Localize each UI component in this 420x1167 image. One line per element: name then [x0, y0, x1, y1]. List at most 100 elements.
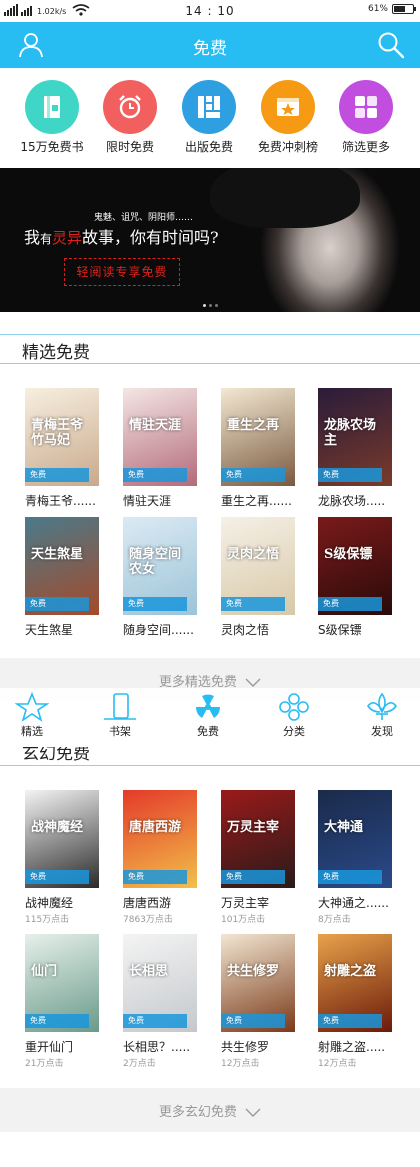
nav-label: 免费: [197, 725, 219, 738]
book-item[interactable]: 长相思 免费长相思？..... 2万点击: [123, 934, 197, 1069]
category-label: 限时免费: [105, 140, 154, 154]
book-title[interactable]: 龙脉农场.....: [318, 492, 392, 509]
search-icon[interactable]: [376, 30, 406, 60]
book-title[interactable]: 长相思？.....: [123, 1038, 197, 1055]
nav-tab-free[interactable]: 免费: [176, 692, 240, 739]
more-fantasy-label: 更多玄幻免费: [158, 1105, 237, 1120]
book-item[interactable]: 龙脉农场主 免费龙脉农场.....: [318, 388, 392, 509]
book-title[interactable]: 灵肉之悟: [221, 621, 295, 638]
cover-title: 仙门: [31, 964, 58, 979]
filter-icon: [355, 96, 377, 118]
category-free-sprint-rank[interactable]: 免费冲刺榜: [243, 80, 333, 155]
book-cover[interactable]: 射雕之盗 免费: [318, 934, 392, 1032]
star-outline-icon: [15, 692, 49, 722]
promo-banner[interactable]: 鬼魅、诅咒、阴阳师…… 我有灵异故事，你有时间吗? 轻阅读专享免费: [0, 168, 420, 312]
cover-title: 灵肉之悟: [227, 547, 280, 562]
banner-cta[interactable]: 轻阅读专享免费: [64, 258, 180, 286]
banner-headline: 我有灵异故事，你有时间吗?: [24, 224, 219, 248]
book-item[interactable]: 唐唐西游 免费 唐唐西游 7863万点击: [123, 790, 197, 925]
category-15w-free[interactable]: 15万免费书: [7, 80, 97, 155]
book-cover[interactable]: 大神通 免费: [318, 790, 392, 888]
book-title[interactable]: 随身空间......: [123, 621, 197, 638]
click-count: 8万点击: [318, 915, 351, 925]
free-badge: 免费: [221, 597, 285, 611]
book-cover[interactable]: 情驻天涯 免费: [123, 388, 197, 486]
book-item[interactable]: 共生修罗 免费 共生修罗 12万点击: [221, 934, 295, 1069]
book-cover[interactable]: 灵肉之悟 免费: [221, 517, 295, 615]
book-item[interactable]: 灵肉之悟 免费 灵肉之悟: [221, 517, 295, 638]
click-count: 2万点击: [123, 1059, 156, 1069]
book-item[interactable]: 情驻天涯 免费情驻天涯: [123, 388, 197, 509]
book-title[interactable]: 万灵主宰: [221, 894, 295, 911]
cover-title: 龙脉农场主: [324, 418, 377, 448]
book-title[interactable]: 重开仙门: [25, 1038, 99, 1055]
free-badge: 免费: [25, 597, 89, 611]
banner-portrait-hair: [210, 168, 360, 228]
book-item[interactable]: 仙门 免费 重开仙门 21万点击: [25, 934, 99, 1069]
book-item[interactable]: 射雕之盗 免费射雕之盗..... 12万点击: [318, 934, 392, 1069]
nav-tab-bookshelf[interactable]: 书架: [88, 692, 152, 739]
category-filter-more[interactable]: 筛选更多: [321, 80, 411, 155]
category-icon-bg: [182, 80, 236, 134]
book-cover[interactable]: 青梅王爷竹马妃 免费: [25, 388, 99, 486]
category-published-free[interactable]: 出版免费: [164, 80, 254, 155]
cover-title: 射雕之盗: [324, 964, 377, 979]
book-cover[interactable]: 天生煞星 免费: [25, 517, 99, 615]
page-title: 免费: [193, 39, 227, 59]
cover-title: 共生修罗: [227, 964, 280, 979]
section-header-selected: 精选免费: [0, 334, 420, 364]
book-item[interactable]: 战神魔经 免费战神魔经 115万点击: [25, 790, 99, 925]
click-count: 12万点击: [318, 1059, 357, 1069]
banner-headline-red: 灵异: [52, 229, 83, 247]
free-badge: 免费: [221, 468, 285, 482]
category-limited-free[interactable]: 限时免费: [85, 80, 175, 155]
book-title[interactable]: 天生煞星: [25, 621, 99, 638]
free-badge: 免费: [123, 597, 187, 611]
book-item[interactable]: 随身空间农女免费随身空间......: [123, 517, 197, 638]
book-cover[interactable]: 仙门 免费: [25, 934, 99, 1032]
book-title[interactable]: 战神魔经: [25, 894, 99, 911]
book-cover[interactable]: 战神魔经 免费: [25, 790, 99, 888]
nav-tab-selected[interactable]: 精选: [0, 692, 64, 739]
cover-title: 天生煞星: [31, 547, 84, 562]
book-cover[interactable]: 唐唐西游 免费: [123, 790, 197, 888]
click-count: 115万点击: [25, 915, 70, 925]
app-header: 免费: [0, 22, 420, 68]
free-badge: 免费: [123, 870, 187, 884]
book-item[interactable]: 重生之再 免费重生之再......: [221, 388, 295, 509]
book-title[interactable]: 青梅王爷......: [25, 492, 99, 509]
cover-title: 万灵主宰: [227, 820, 280, 835]
category-icon-bg: [25, 80, 79, 134]
book-cover[interactable]: 长相思 免费: [123, 934, 197, 1032]
book-cover[interactable]: 共生修罗 免费: [221, 934, 295, 1032]
cover-title: 随身空间农女: [129, 547, 182, 577]
book-title[interactable]: 共生修罗: [221, 1038, 295, 1055]
book-icon: [44, 96, 60, 118]
book-cover[interactable]: 随身空间农女 免费: [123, 517, 197, 615]
battery-percent: 61%: [367, 4, 388, 14]
book-cover[interactable]: 龙脉农场主 免费: [318, 388, 392, 486]
book-title[interactable]: S级保镖: [318, 621, 392, 638]
book-item[interactable]: S级保镖 免费 S级保镖: [318, 517, 392, 638]
star-icon: [277, 98, 299, 116]
book-title[interactable]: 唐唐西游: [123, 894, 197, 911]
book-item[interactable]: 大神通 免费大神通之...... 8万点击: [318, 790, 392, 925]
nav-tab-discover[interactable]: 发现: [350, 692, 414, 739]
grid-icon: [198, 96, 220, 118]
fleur-de-lis-icon: [367, 692, 397, 720]
book-item[interactable]: 万灵主宰 免费 万灵主宰 101万点击: [221, 790, 295, 925]
book-item[interactable]: 天生煞星 免费 天生煞星: [25, 517, 99, 638]
book-cover[interactable]: S级保镖免费: [318, 517, 392, 615]
category-label: 出版免费: [184, 140, 233, 154]
book-cover[interactable]: 万灵主宰 免费: [221, 790, 295, 888]
nav-tab-category[interactable]: 分类: [262, 692, 326, 739]
book-title[interactable]: 大神通之......: [318, 894, 392, 911]
book-cover[interactable]: 重生之再 免费: [221, 388, 295, 486]
book-title[interactable]: 重生之再......: [221, 492, 295, 509]
book-item[interactable]: 青梅王爷竹马妃 免费青梅王爷......: [25, 388, 99, 509]
free-badge: 免费: [318, 597, 382, 611]
book-title[interactable]: 情驻天涯: [123, 492, 197, 509]
book-title[interactable]: 射雕之盗.....: [318, 1038, 392, 1055]
cover-title: S级保镖: [324, 547, 373, 562]
more-fantasy-button[interactable]: 更多玄幻免费: [0, 1088, 420, 1132]
